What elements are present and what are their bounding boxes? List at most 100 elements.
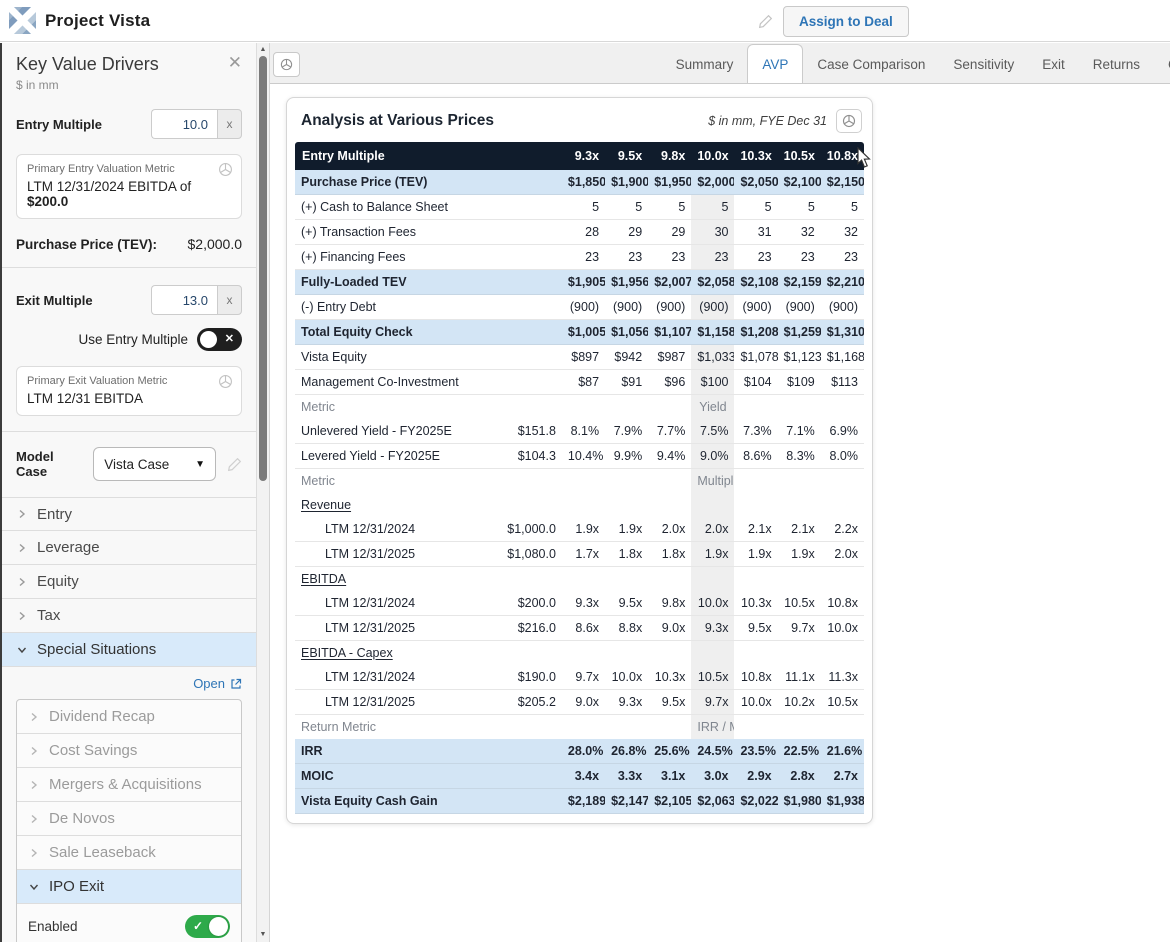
tab-returns[interactable]: Returns — [1079, 45, 1154, 83]
avp-cell: $1,107 — [648, 320, 691, 345]
avp-row-metric — [486, 789, 562, 814]
primary-exit-valuation-metric-card: Primary Exit Valuation Metric LTM 12/31 … — [16, 366, 242, 416]
gear-icon[interactable] — [218, 162, 233, 177]
avp-cell: 8.6% — [734, 444, 777, 469]
avp-cell: 8.3% — [778, 444, 821, 469]
avp-cell: 2.1x — [778, 517, 821, 542]
use-entry-multiple-label: Use Entry Multiple — [78, 332, 188, 347]
main-content: Analysis at Various Prices $ in mm, FYE … — [270, 84, 1170, 942]
avp-row: EBITDA - Capex — [295, 641, 864, 666]
avp-cell: 2.8x — [778, 764, 821, 789]
use-entry-multiple-toggle[interactable]: ✕ — [197, 328, 242, 351]
avp-cell: 3.4x — [562, 764, 605, 789]
scroll-down-icon[interactable]: ▼ — [257, 931, 269, 938]
tab-exit[interactable]: Exit — [1028, 45, 1079, 83]
gear-icon[interactable] — [218, 374, 233, 389]
edit-case-icon[interactable] — [227, 457, 242, 472]
primary-entry-valuation-metric-card: Primary Entry Valuation Metric LTM 12/31… — [16, 154, 242, 219]
avp-row-label: Levered Yield - FY2025E — [295, 444, 486, 469]
scroll-up-icon[interactable]: ▲ — [257, 46, 269, 53]
avp-row-label: LTM 12/31/2024 — [295, 517, 486, 542]
avp-cell: 23 — [734, 245, 777, 270]
entry-multiple-input[interactable] — [151, 109, 217, 139]
avp-cell: $1,078 — [734, 345, 777, 370]
avp-cell: $1,005 — [562, 320, 605, 345]
avp-row-label: Vista Equity Cash Gain — [295, 789, 486, 814]
avp-cell: 25.6% — [648, 739, 691, 764]
special-item-de-novos[interactable]: De Novos — [17, 802, 241, 836]
avp-cell: $2,000 — [691, 170, 734, 195]
special-item-mergers-acquisitions[interactable]: Mergers & Acquisitions — [17, 768, 241, 802]
assign-to-deal-button[interactable]: Assign to Deal — [783, 6, 909, 37]
avp-row-metric — [486, 295, 562, 320]
sidebar-section-equity[interactable]: Equity — [2, 565, 256, 599]
avp-section-center-label: Multiple — [691, 469, 734, 494]
model-case-select[interactable]: Vista Case▼ — [93, 447, 216, 481]
avp-cell: 1.7x — [562, 542, 605, 567]
avp-row-metric — [486, 170, 562, 195]
avp-cell: 1.9x — [562, 517, 605, 542]
section-label: Equity — [37, 573, 79, 590]
avp-cell: 10.5x — [691, 665, 734, 690]
edit-title-icon[interactable] — [758, 14, 773, 29]
app-logo — [9, 7, 36, 34]
avp-cell: 30 — [691, 220, 734, 245]
avp-cell: $1,168 — [821, 345, 864, 370]
tab-c[interactable]: C — [1154, 45, 1170, 83]
chevron-right-icon — [16, 610, 28, 622]
avp-cell: $987 — [648, 345, 691, 370]
close-icon[interactable]: ✕ — [228, 54, 242, 71]
avp-title: Analysis at Various Prices — [301, 112, 494, 130]
avp-cell: $1,950 — [648, 170, 691, 195]
panel-settings-button[interactable] — [273, 52, 300, 77]
tab-avp[interactable]: AVP — [747, 44, 803, 84]
avp-row: EBITDA — [295, 567, 864, 592]
avp-row: LTM 12/31/2024$200.09.3x9.5x9.8x10.0x10.… — [295, 591, 864, 616]
avp-cell: 9.0x — [562, 690, 605, 715]
avp-table: Entry Multiple9.3x9.5x9.8x10.0x10.3x10.5… — [295, 142, 864, 814]
avp-cell: $942 — [605, 345, 648, 370]
avp-cell: $2,159 — [778, 270, 821, 295]
avp-cell: 2.2x — [821, 517, 864, 542]
sidebar-scrollbar[interactable]: ▲ ▼ — [257, 43, 270, 942]
open-special-situations-link[interactable]: Open — [193, 676, 242, 691]
sidebar-section-entry[interactable]: Entry — [2, 497, 256, 531]
avp-header-label: Entry Multiple — [295, 142, 486, 170]
ipo-enabled-toggle[interactable]: ✓ — [185, 915, 230, 938]
avp-cell: 2.0x — [648, 517, 691, 542]
external-link-icon — [230, 678, 242, 690]
avp-cell: $1,900 — [605, 170, 648, 195]
avp-cell: 9.3x — [562, 591, 605, 616]
sidebar-section-special-situations[interactable]: Special Situations — [2, 633, 256, 667]
special-item-ipo-exit[interactable]: IPO Exit — [17, 870, 241, 904]
avp-cell: 29 — [648, 220, 691, 245]
avp-cell: 28.0% — [562, 739, 605, 764]
sidebar-section-leverage[interactable]: Leverage — [2, 531, 256, 565]
avp-cell: (900) — [648, 295, 691, 320]
exit-multiple-input[interactable] — [151, 285, 217, 315]
avp-row: MetricYield — [295, 395, 864, 420]
tab-summary[interactable]: Summary — [662, 45, 748, 83]
special-item-cost-savings[interactable]: Cost Savings — [17, 734, 241, 768]
avp-row-metric: $200.0 — [486, 591, 562, 616]
purchase-price-value: $2,000.0 — [188, 236, 243, 252]
avp-settings-button[interactable] — [836, 109, 862, 133]
sidebar-section-tax[interactable]: Tax — [2, 599, 256, 633]
avp-cell: (900) — [778, 295, 821, 320]
avp-cell: 3.1x — [648, 764, 691, 789]
avp-row-label: Management Co-Investment — [295, 370, 486, 395]
avp-cell: $2,105 — [648, 789, 691, 814]
special-item-dividend-recap[interactable]: Dividend Recap — [17, 700, 241, 734]
avp-cell: 9.7x — [562, 665, 605, 690]
driver-sections: EntryLeverage Equity TaxSpecial Situations — [2, 497, 256, 667]
avp-row-label: LTM 12/31/2025 — [295, 542, 486, 567]
tab-case-comparison[interactable]: Case Comparison — [803, 45, 939, 83]
special-item-label: Cost Savings — [49, 742, 137, 759]
tab-sensitivity[interactable]: Sensitivity — [939, 45, 1028, 83]
avp-cell: $2,022 — [734, 789, 777, 814]
chevron-down-icon — [16, 644, 28, 656]
special-item-sale-leaseback[interactable]: Sale Leaseback — [17, 836, 241, 870]
avp-row-label: Fully-Loaded TEV — [295, 270, 486, 295]
avp-cell: 28 — [562, 220, 605, 245]
scrollbar-thumb[interactable] — [259, 56, 267, 481]
